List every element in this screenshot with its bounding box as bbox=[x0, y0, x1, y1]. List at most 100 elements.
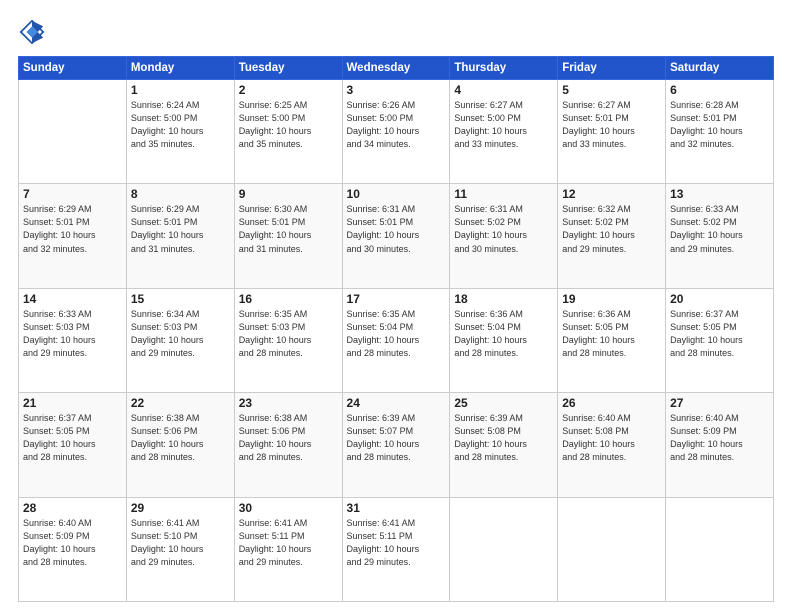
day-number: 9 bbox=[239, 187, 338, 201]
calendar-cell: 20 Sunrise: 6:37 AM Sunset: 5:05 PM Dayli… bbox=[666, 288, 774, 392]
calendar-cell: 9 Sunrise: 6:30 AM Sunset: 5:01 PM Daylig… bbox=[234, 184, 342, 288]
calendar-cell: 26Sunrise: 6:40 AM Sunset: 5:08 PM Dayli… bbox=[558, 393, 666, 497]
calendar-cell: 29 Sunrise: 6:41 AM Sunset: 5:10 PM Dayli… bbox=[126, 497, 234, 601]
calendar-cell: 24 Sunrise: 6:39 AM Sunset: 5:07 PM Dayli… bbox=[342, 393, 450, 497]
day-number: 14 bbox=[23, 292, 122, 306]
day-info: Sunrise: 6:24 AM Sunset: 5:00 PM Dayligh… bbox=[131, 99, 230, 151]
day-number: 6 bbox=[670, 83, 769, 97]
col-header-monday: Monday bbox=[126, 57, 234, 80]
day-number: 11 bbox=[454, 187, 553, 201]
calendar-cell: 11 Sunrise: 6:31 AM Sunset: 5:02 PM Dayli… bbox=[450, 184, 558, 288]
calendar-table: SundayMondayTuesdayWednesdayThursdayFrid… bbox=[18, 56, 774, 602]
calendar-cell: 4Sunrise: 6:27 AM Sunset: 5:00 PM Daylig… bbox=[450, 80, 558, 184]
calendar-cell: 19 Sunrise: 6:36 AM Sunset: 5:05 PM Dayli… bbox=[558, 288, 666, 392]
day-number: 29 bbox=[131, 501, 230, 515]
day-info: Sunrise: 6:26 AM Sunset: 5:00 PM Dayligh… bbox=[347, 99, 446, 151]
day-number: 15 bbox=[131, 292, 230, 306]
day-info: Sunrise: 6:38 AM Sunset: 5:06 PM Dayligh… bbox=[131, 412, 230, 464]
day-number: 18 bbox=[454, 292, 553, 306]
day-info: Sunrise: 6:25 AM Sunset: 5:00 PM Dayligh… bbox=[239, 99, 338, 151]
day-info: Sunrise: 6:36 AM Sunset: 5:05 PM Dayligh… bbox=[562, 308, 661, 360]
day-number: 16 bbox=[239, 292, 338, 306]
day-number: 25 bbox=[454, 396, 553, 410]
day-number: 8 bbox=[131, 187, 230, 201]
day-number: 22 bbox=[131, 396, 230, 410]
logo bbox=[18, 18, 50, 46]
header bbox=[18, 18, 774, 46]
calendar-row: 28 Sunrise: 6:40 AM Sunset: 5:09 PM Dayli… bbox=[19, 497, 774, 601]
calendar-cell: 13Sunrise: 6:33 AM Sunset: 5:02 PM Dayli… bbox=[666, 184, 774, 288]
day-info: Sunrise: 6:40 AM Sunset: 5:09 PM Dayligh… bbox=[23, 517, 122, 569]
day-info: Sunrise: 6:29 AM Sunset: 5:01 PM Dayligh… bbox=[131, 203, 230, 255]
calendar-header-row: SundayMondayTuesdayWednesdayThursdayFrid… bbox=[19, 57, 774, 80]
day-info: Sunrise: 6:35 AM Sunset: 5:03 PM Dayligh… bbox=[239, 308, 338, 360]
day-number: 30 bbox=[239, 501, 338, 515]
day-number: 17 bbox=[347, 292, 446, 306]
day-number: 26 bbox=[562, 396, 661, 410]
day-number: 13 bbox=[670, 187, 769, 201]
day-info: Sunrise: 6:34 AM Sunset: 5:03 PM Dayligh… bbox=[131, 308, 230, 360]
day-number: 20 bbox=[670, 292, 769, 306]
day-info: Sunrise: 6:37 AM Sunset: 5:05 PM Dayligh… bbox=[670, 308, 769, 360]
day-info: Sunrise: 6:39 AM Sunset: 5:07 PM Dayligh… bbox=[347, 412, 446, 464]
day-info: Sunrise: 6:27 AM Sunset: 5:01 PM Dayligh… bbox=[562, 99, 661, 151]
calendar-cell: 5Sunrise: 6:27 AM Sunset: 5:01 PM Daylig… bbox=[558, 80, 666, 184]
day-number: 1 bbox=[131, 83, 230, 97]
day-info: Sunrise: 6:39 AM Sunset: 5:08 PM Dayligh… bbox=[454, 412, 553, 464]
day-number: 3 bbox=[347, 83, 446, 97]
day-info: Sunrise: 6:28 AM Sunset: 5:01 PM Dayligh… bbox=[670, 99, 769, 151]
calendar-cell: 16 Sunrise: 6:35 AM Sunset: 5:03 PM Dayli… bbox=[234, 288, 342, 392]
calendar-cell: 31 Sunrise: 6:41 AM Sunset: 5:11 PM Dayli… bbox=[342, 497, 450, 601]
day-info: Sunrise: 6:36 AM Sunset: 5:04 PM Dayligh… bbox=[454, 308, 553, 360]
col-header-wednesday: Wednesday bbox=[342, 57, 450, 80]
calendar-cell: 10 Sunrise: 6:31 AM Sunset: 5:01 PM Dayli… bbox=[342, 184, 450, 288]
calendar-cell: 3 Sunrise: 6:26 AM Sunset: 5:00 PM Daylig… bbox=[342, 80, 450, 184]
logo-icon bbox=[18, 18, 46, 46]
calendar-cell bbox=[19, 80, 127, 184]
col-header-tuesday: Tuesday bbox=[234, 57, 342, 80]
day-number: 12 bbox=[562, 187, 661, 201]
col-header-friday: Friday bbox=[558, 57, 666, 80]
day-info: Sunrise: 6:37 AM Sunset: 5:05 PM Dayligh… bbox=[23, 412, 122, 464]
day-number: 10 bbox=[347, 187, 446, 201]
day-info: Sunrise: 6:41 AM Sunset: 5:11 PM Dayligh… bbox=[347, 517, 446, 569]
calendar-row: 1 Sunrise: 6:24 AM Sunset: 5:00 PM Daylig… bbox=[19, 80, 774, 184]
day-info: Sunrise: 6:31 AM Sunset: 5:01 PM Dayligh… bbox=[347, 203, 446, 255]
day-info: Sunrise: 6:32 AM Sunset: 5:02 PM Dayligh… bbox=[562, 203, 661, 255]
day-info: Sunrise: 6:27 AM Sunset: 5:00 PM Dayligh… bbox=[454, 99, 553, 151]
calendar-cell: 22 Sunrise: 6:38 AM Sunset: 5:06 PM Dayli… bbox=[126, 393, 234, 497]
calendar-cell: 18 Sunrise: 6:36 AM Sunset: 5:04 PM Dayli… bbox=[450, 288, 558, 392]
calendar-cell: 25 Sunrise: 6:39 AM Sunset: 5:08 PM Dayli… bbox=[450, 393, 558, 497]
calendar-cell bbox=[558, 497, 666, 601]
calendar-cell: 28 Sunrise: 6:40 AM Sunset: 5:09 PM Dayli… bbox=[19, 497, 127, 601]
day-info: Sunrise: 6:41 AM Sunset: 5:10 PM Dayligh… bbox=[131, 517, 230, 569]
day-info: Sunrise: 6:30 AM Sunset: 5:01 PM Dayligh… bbox=[239, 203, 338, 255]
calendar-cell: 2 Sunrise: 6:25 AM Sunset: 5:00 PM Daylig… bbox=[234, 80, 342, 184]
calendar-cell bbox=[666, 497, 774, 601]
day-info: Sunrise: 6:29 AM Sunset: 5:01 PM Dayligh… bbox=[23, 203, 122, 255]
day-number: 27 bbox=[670, 396, 769, 410]
day-info: Sunrise: 6:35 AM Sunset: 5:04 PM Dayligh… bbox=[347, 308, 446, 360]
calendar-cell: 21 Sunrise: 6:37 AM Sunset: 5:05 PM Dayli… bbox=[19, 393, 127, 497]
day-number: 19 bbox=[562, 292, 661, 306]
calendar-row: 14Sunrise: 6:33 AM Sunset: 5:03 PM Dayli… bbox=[19, 288, 774, 392]
day-info: Sunrise: 6:40 AM Sunset: 5:09 PM Dayligh… bbox=[670, 412, 769, 464]
calendar-cell: 14Sunrise: 6:33 AM Sunset: 5:03 PM Dayli… bbox=[19, 288, 127, 392]
day-number: 21 bbox=[23, 396, 122, 410]
calendar-cell: 15 Sunrise: 6:34 AM Sunset: 5:03 PM Dayli… bbox=[126, 288, 234, 392]
calendar-cell: 17 Sunrise: 6:35 AM Sunset: 5:04 PM Dayli… bbox=[342, 288, 450, 392]
calendar-cell bbox=[450, 497, 558, 601]
col-header-saturday: Saturday bbox=[666, 57, 774, 80]
calendar-cell: 8 Sunrise: 6:29 AM Sunset: 5:01 PM Daylig… bbox=[126, 184, 234, 288]
calendar-cell: 7Sunrise: 6:29 AM Sunset: 5:01 PM Daylig… bbox=[19, 184, 127, 288]
calendar-cell: 23Sunrise: 6:38 AM Sunset: 5:06 PM Dayli… bbox=[234, 393, 342, 497]
day-number: 24 bbox=[347, 396, 446, 410]
day-number: 28 bbox=[23, 501, 122, 515]
day-number: 31 bbox=[347, 501, 446, 515]
day-info: Sunrise: 6:38 AM Sunset: 5:06 PM Dayligh… bbox=[239, 412, 338, 464]
col-header-thursday: Thursday bbox=[450, 57, 558, 80]
page: SundayMondayTuesdayWednesdayThursdayFrid… bbox=[0, 0, 792, 612]
day-number: 2 bbox=[239, 83, 338, 97]
calendar-cell: 12 Sunrise: 6:32 AM Sunset: 5:02 PM Dayli… bbox=[558, 184, 666, 288]
day-info: Sunrise: 6:31 AM Sunset: 5:02 PM Dayligh… bbox=[454, 203, 553, 255]
